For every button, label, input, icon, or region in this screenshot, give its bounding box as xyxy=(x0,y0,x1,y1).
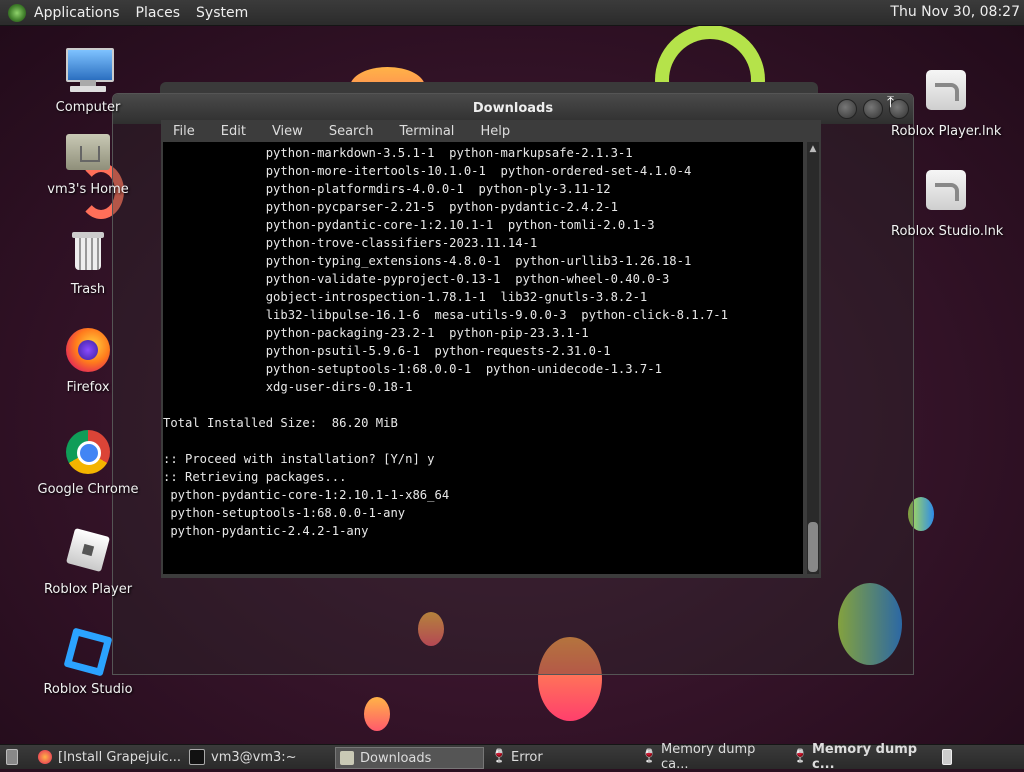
maximize-button[interactable] xyxy=(863,99,883,119)
menu-system[interactable]: System xyxy=(196,5,248,21)
desktop-icon-computer[interactable]: Computer xyxy=(33,46,143,115)
window-title: Downloads xyxy=(472,101,554,116)
taskbar-item-error[interactable]: 🍷 Error xyxy=(487,747,632,767)
taskbar: [Install Grapejuic... vm3@vm3:~ Download… xyxy=(0,742,1024,772)
desktop-icon-label: Google Chrome xyxy=(37,482,139,497)
roblox-player-icon xyxy=(64,527,112,576)
desktop-icon-label: vm3's Home xyxy=(47,182,129,197)
clock[interactable]: Thu Nov 30, 08:27 xyxy=(890,4,1020,20)
terminal-output[interactable]: python-markdown-3.5.1-1 python-markupsaf… xyxy=(163,142,803,574)
taskbar-item-terminal[interactable]: vm3@vm3:~ xyxy=(185,747,330,767)
terminal-line: python-pycparser-2.21-5 python-pydantic-… xyxy=(163,200,618,214)
firefox-icon xyxy=(64,326,112,374)
terminal-line: python-setuptools-1:68.0.0-1-any xyxy=(163,506,406,520)
taskbar-item-memory-dump-1[interactable]: 🍷 Memory dump ca... xyxy=(637,742,785,772)
menu-file[interactable]: File xyxy=(173,124,195,139)
desktop-icon-trash[interactable]: Trash xyxy=(33,228,143,297)
terminal-line: python-validate-pyproject-0.13-1 python-… xyxy=(163,272,670,286)
taskbar-item-install-grapejuice[interactable]: [Install Grapejuic... xyxy=(34,747,182,767)
taskbar-item-label: vm3@vm3:~ xyxy=(211,749,297,765)
folder-icon xyxy=(340,751,354,765)
menu-view[interactable]: View xyxy=(272,124,303,139)
wine-icon: 🍷 xyxy=(641,749,658,764)
terminal-line: python-trove-classifiers-2023.11.14-1 xyxy=(163,236,538,250)
computer-icon xyxy=(64,46,114,94)
terminal-line: :: Proceed with installation? [Y/n] y xyxy=(163,452,435,466)
terminal-line: lib32-libpulse-16.1-6 mesa-utils-9.0.0-3… xyxy=(163,308,728,322)
wallpaper-blob xyxy=(364,697,390,731)
terminal-line: python-setuptools-1:68.0.0-1 python-unid… xyxy=(163,362,662,376)
terminal-line: python-markdown-3.5.1-1 python-markupsaf… xyxy=(163,146,633,160)
wine-icon: 🍷 xyxy=(491,749,508,764)
taskbar-item-label: [Install Grapejuic... xyxy=(58,749,181,765)
firefox-icon xyxy=(38,750,52,764)
terminal-line: xdg-user-dirs-0.18-1 xyxy=(163,380,413,394)
trash-icon xyxy=(64,228,112,276)
desktop-icon-firefox[interactable]: Firefox xyxy=(33,326,143,395)
wine-icon: 🍷 xyxy=(792,749,809,764)
terminal-menubar: File Edit View Search Terminal Help xyxy=(161,120,821,142)
chrome-icon xyxy=(64,428,112,476)
terminal-line: python-pydantic-core-1:2.10.1-1-x86_64 xyxy=(163,488,450,502)
menu-places[interactable]: Places xyxy=(136,5,181,21)
desktop-icon-label: Roblox Studio.lnk xyxy=(891,224,1004,239)
terminal-line: python-more-itertools-10.1.0-1 python-or… xyxy=(163,164,692,178)
terminal-line: Total Installed Size: 86.20 MiB xyxy=(163,416,398,430)
shortcut-file-icon xyxy=(922,170,970,218)
menu-terminal[interactable]: Terminal xyxy=(399,124,454,139)
desktop-icon-chrome[interactable]: Google Chrome xyxy=(33,428,143,497)
taskbar-item-label: Error xyxy=(511,749,543,765)
desktop-icon-label: Computer xyxy=(55,100,121,115)
downloads-window[interactable]: Downloads ⤒ File Edit View Search Termin… xyxy=(112,93,914,675)
desktop-icon-roblox-player[interactable]: Roblox Player xyxy=(33,527,143,597)
terminal-line: :: Retrieving packages... xyxy=(163,470,347,484)
desktop-icon-label: Trash xyxy=(70,282,106,297)
minimize-button[interactable] xyxy=(837,99,857,119)
show-desktop-button[interactable] xyxy=(2,747,24,767)
roblox-studio-icon xyxy=(63,627,113,677)
desktop-icon-roblox-studio-lnk[interactable]: Roblox Studio.lnk xyxy=(891,170,1004,239)
terminal-line: python-platformdirs-4.0.0-1 python-ply-3… xyxy=(163,182,611,196)
terminal-line: gobject-introspection-1.78.1-1 lib32-gnu… xyxy=(163,290,648,304)
menu-edit[interactable]: Edit xyxy=(221,124,246,139)
desktop-icon-label: Firefox xyxy=(66,380,110,395)
menu-help[interactable]: Help xyxy=(480,124,510,139)
distro-logo-icon[interactable] xyxy=(8,3,26,22)
taskbar-item-memory-dump-2[interactable]: 🍷 Memory dump c... xyxy=(788,742,936,772)
scrollbar-thumb[interactable] xyxy=(808,522,818,572)
terminal-line: python-typing_extensions-4.8.0-1 python-… xyxy=(163,254,692,268)
menu-search[interactable]: Search xyxy=(329,124,374,139)
workspace-icon xyxy=(942,749,952,765)
terminal-icon xyxy=(189,749,205,765)
top-panel: Applications Places System Thu Nov 30, 0… xyxy=(0,0,1024,26)
desktop-icon-label: Roblox Studio xyxy=(43,682,133,697)
workspace-switcher[interactable] xyxy=(938,747,958,767)
menu-applications[interactable]: Applications xyxy=(34,5,120,21)
taskbar-item-downloads[interactable]: Downloads xyxy=(335,747,484,769)
scroll-up-arrow-icon[interactable]: ▲ xyxy=(808,144,818,154)
desktop-icon-label: Roblox Player.lnk xyxy=(891,124,1002,139)
terminal-line: python-psutil-5.9.6-1 python-requests-2.… xyxy=(163,344,611,358)
desktop-icon-roblox-player-lnk[interactable]: Roblox Player.lnk xyxy=(891,70,1001,139)
terminal-scrollbar[interactable]: ▲ xyxy=(807,142,819,574)
desktop-icon-home[interactable]: vm3's Home xyxy=(33,128,143,197)
terminal-line: python-pydantic-2.4.2-1-any xyxy=(163,524,369,538)
home-folder-icon xyxy=(64,128,112,176)
show-desktop-icon xyxy=(6,749,18,765)
terminal-window[interactable]: File Edit View Search Terminal Help pyth… xyxy=(161,120,821,578)
taskbar-item-label: Downloads xyxy=(360,750,432,766)
desktop-icon-label: Roblox Player xyxy=(43,582,133,597)
desktop-icon-roblox-studio[interactable]: Roblox Studio xyxy=(33,627,143,697)
shortcut-file-icon xyxy=(922,70,970,118)
terminal-line: python-pydantic-core-1:2.10.1-1 python-t… xyxy=(163,218,655,232)
terminal-line: python-packaging-23.2-1 python-pip-23.3.… xyxy=(163,326,589,340)
